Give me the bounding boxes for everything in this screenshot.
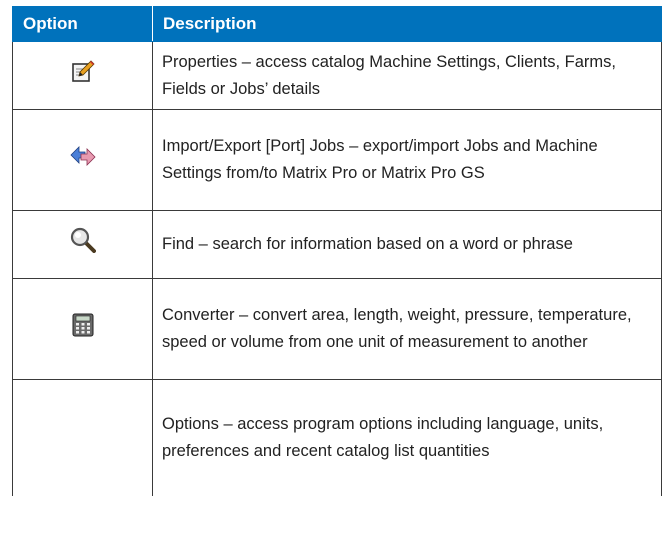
description-cell: Find – search for information based on a… bbox=[152, 210, 662, 279]
magnifier-find-icon bbox=[70, 227, 96, 262]
table-row: Import/Export [Port] Jobs – export/impor… bbox=[12, 109, 662, 211]
option-cell bbox=[12, 109, 153, 211]
option-cell bbox=[12, 379, 153, 496]
description-cell: Converter – convert area, length, weight… bbox=[152, 278, 662, 380]
import-export-arrows-icon bbox=[69, 144, 96, 177]
option-cell bbox=[12, 41, 153, 110]
option-cell bbox=[12, 210, 153, 279]
option-cell bbox=[12, 278, 153, 380]
table-row: Options – access program options includi… bbox=[12, 379, 662, 496]
table-header-row: Option Description bbox=[12, 6, 662, 42]
description-cell: Import/Export [Port] Jobs – export/impor… bbox=[152, 109, 662, 211]
options-table: Option Description Properties – access c… bbox=[12, 6, 662, 496]
description-cell: Properties – access catalog Machine Sett… bbox=[152, 41, 662, 110]
properties-edit-icon bbox=[71, 59, 95, 92]
description-cell: Options – access program options includi… bbox=[152, 379, 662, 496]
table-row: Find – search for information based on a… bbox=[12, 210, 662, 279]
header-option: Option bbox=[12, 6, 153, 42]
calculator-converter-icon bbox=[72, 313, 94, 346]
table-row: Properties – access catalog Machine Sett… bbox=[12, 41, 662, 110]
header-description: Description bbox=[152, 6, 662, 42]
table-row: Converter – convert area, length, weight… bbox=[12, 278, 662, 380]
